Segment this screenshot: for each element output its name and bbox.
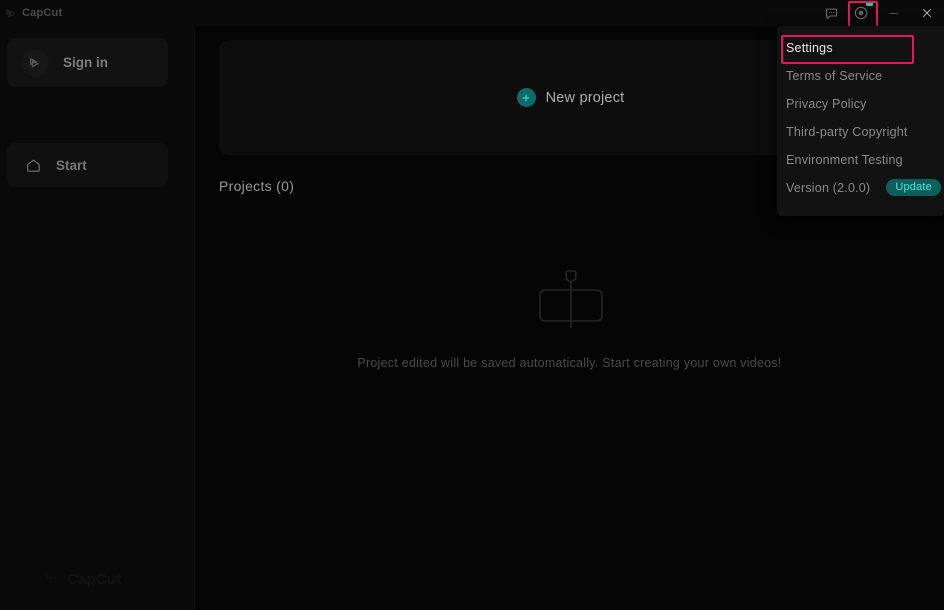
new-project-button[interactable]: New project <box>516 88 625 107</box>
timeline-clip-icon <box>526 266 616 333</box>
close-icon[interactable] <box>910 0 944 26</box>
capcut-logo-icon <box>46 573 57 586</box>
sidebar: Sign in Start CapCut <box>0 26 195 610</box>
update-badge[interactable]: Update <box>886 179 941 196</box>
sign-in-button[interactable]: Sign in <box>7 38 168 87</box>
plus-circle-icon <box>516 88 536 107</box>
sidebar-watermark: CapCut <box>44 571 122 588</box>
menu-item-environment-testing-label: Environment Testing <box>786 153 903 167</box>
help-dropdown-menu: Settings Terms of Service Privacy Policy… <box>777 26 944 216</box>
capcut-app-window: CapCut Sign in Start CapCut New project … <box>0 0 944 610</box>
sign-in-label: Sign in <box>63 55 108 70</box>
menu-item-third-party-copyright-label: Third-party Copyright <box>786 125 908 139</box>
title-bar: CapCut <box>0 0 944 28</box>
menu-item-version-label: Version (2.0.0) <box>786 181 871 195</box>
menu-item-environment-testing[interactable]: Environment Testing <box>777 146 944 174</box>
menu-item-terms-of-service[interactable]: Terms of Service <box>777 62 944 90</box>
help-update-badge-dot <box>866 1 873 6</box>
empty-state-message: Project edited will be saved automatical… <box>357 356 782 370</box>
capcut-logo-icon <box>6 8 15 18</box>
titlebar-brand: CapCut <box>5 0 62 26</box>
new-project-label: New project <box>545 89 625 106</box>
titlebar-title: CapCut <box>22 7 63 19</box>
sidebar-watermark-label: CapCut <box>67 571 122 588</box>
sidebar-item-start-label: Start <box>56 157 87 173</box>
feedback-icon[interactable] <box>816 0 846 26</box>
user-avatar-icon <box>21 48 49 77</box>
menu-item-settings[interactable]: Settings <box>777 34 944 64</box>
menu-item-privacy-policy-label: Privacy Policy <box>786 97 867 111</box>
menu-item-third-party-copyright[interactable]: Third-party Copyright <box>777 118 944 146</box>
menu-item-privacy-policy[interactable]: Privacy Policy <box>777 90 944 118</box>
minimize-icon[interactable] <box>876 0 910 26</box>
projects-header: Projects (0) <box>219 178 295 194</box>
help-icon[interactable] <box>846 0 878 28</box>
menu-item-terms-of-service-label: Terms of Service <box>786 69 883 83</box>
menu-item-version[interactable]: Version (2.0.0) Update <box>777 174 944 202</box>
menu-item-settings-label: Settings <box>786 41 833 55</box>
sidebar-item-start[interactable]: Start <box>7 143 168 187</box>
home-icon <box>25 157 42 174</box>
